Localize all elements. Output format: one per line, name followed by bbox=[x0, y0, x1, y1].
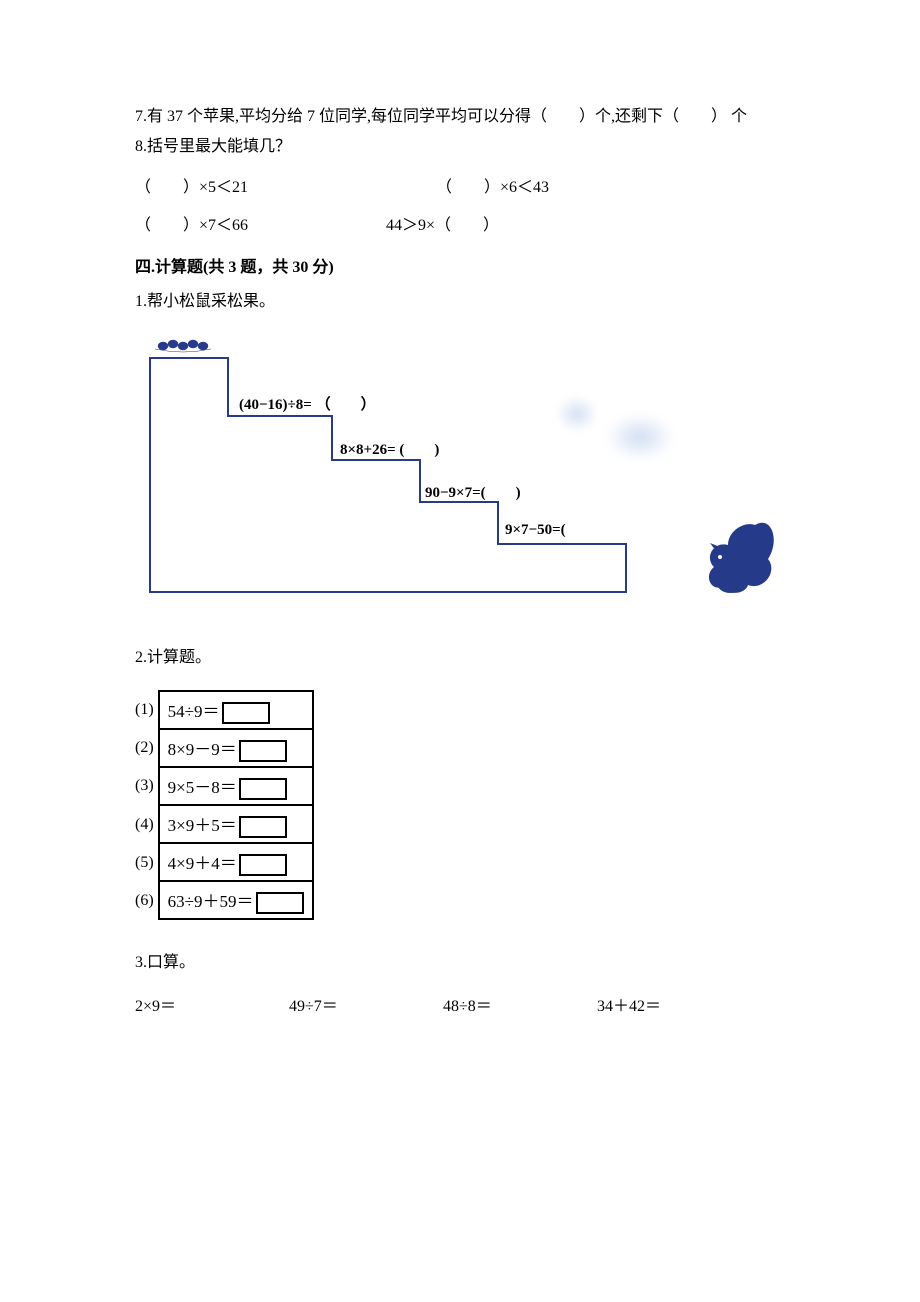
mental-arithmetic-row: 2×9＝ 49÷7＝ 48÷8＝ 34＋42＝ bbox=[135, 994, 790, 1020]
calc-table: 54÷9＝ 8×9－9＝ 9×5－8＝ 3×9＋5＝ 4×9＋4＝ 63÷9＋5… bbox=[158, 690, 314, 920]
calc-expr-5: 4×9＋4＝ bbox=[168, 854, 237, 873]
calc-expr-2: 8×9－9＝ bbox=[168, 740, 237, 759]
calc-label-4: (4) bbox=[135, 806, 154, 844]
question-4-1-title: 1.帮小松鼠采松果。 bbox=[135, 289, 790, 315]
smudge bbox=[605, 413, 675, 461]
answer-box bbox=[222, 702, 270, 724]
mental-4: 34＋42＝ bbox=[597, 994, 747, 1020]
calc-label-6: (6) bbox=[135, 882, 154, 920]
answer-box bbox=[256, 892, 304, 914]
step-2-expr: 8×8+26= ( ) bbox=[340, 438, 439, 459]
question-4-2-title: 2.计算题。 bbox=[135, 645, 790, 671]
calc-row-labels: (1) (2) (3) (4) (5) (6) bbox=[135, 690, 158, 920]
section-4-title: 四.计算题(共 3 题，共 30 分) bbox=[135, 253, 790, 277]
calc-expr-1: 54÷9＝ bbox=[168, 702, 220, 721]
squirrel-icon bbox=[700, 513, 780, 603]
question-7: 7.有 37 个苹果,平均分给 7 位同学,每位同学平均可以分得（ ）个,还剩下… bbox=[135, 104, 790, 130]
answer-box bbox=[239, 816, 287, 838]
question-8-row-2: （ ）×7＜66 44＞9×（ ） bbox=[135, 211, 790, 235]
calc-label-2: (2) bbox=[135, 729, 154, 767]
step-4-expr: 9×7−50=( bbox=[505, 522, 566, 539]
question-8-title: 8.括号里最大能填几？ bbox=[135, 134, 790, 160]
answer-box bbox=[239, 740, 287, 762]
calc-label-3: (3) bbox=[135, 767, 154, 805]
mental-3: 48÷8＝ bbox=[443, 994, 593, 1020]
answer-box bbox=[239, 778, 287, 800]
answer-box bbox=[239, 854, 287, 876]
calc-expr-4: 3×9＋5＝ bbox=[168, 816, 237, 835]
smudge bbox=[555, 395, 599, 433]
q8-item-d: 44＞9×（ ） bbox=[386, 211, 499, 235]
pinecone-icon bbox=[153, 335, 213, 357]
calc-label-5: (5) bbox=[135, 844, 154, 882]
mental-1: 2×9＝ bbox=[135, 994, 285, 1020]
calc-expr-6: 63÷9＋59＝ bbox=[168, 892, 254, 911]
calc-expr-3: 9×5－8＝ bbox=[168, 778, 237, 797]
mental-2: 49÷7＝ bbox=[289, 994, 439, 1020]
squirrel-stairs-diagram: (40−16)÷8= （ ） 8×8+26= ( ) 90−9×7=( ) 9×… bbox=[135, 335, 715, 615]
calc-table-wrap: (1) (2) (3) (4) (5) (6) 54÷9＝ 8×9－9＝ 9×5… bbox=[135, 690, 790, 920]
question-4-3-title: 3.口算。 bbox=[135, 950, 790, 976]
calc-label-1: (1) bbox=[135, 691, 154, 729]
q8-item-b: （ ）×6＜43 bbox=[436, 173, 549, 197]
question-8-row-1: （ ）×5＜21 （ ）×6＜43 bbox=[135, 173, 790, 197]
step-3-expr: 90−9×7=( ) bbox=[425, 481, 521, 502]
q8-item-a: （ ）×5＜21 bbox=[135, 173, 248, 197]
step-1-expr: (40−16)÷8= （ ） bbox=[239, 393, 376, 414]
q8-item-c: （ ）×7＜66 bbox=[135, 211, 248, 235]
